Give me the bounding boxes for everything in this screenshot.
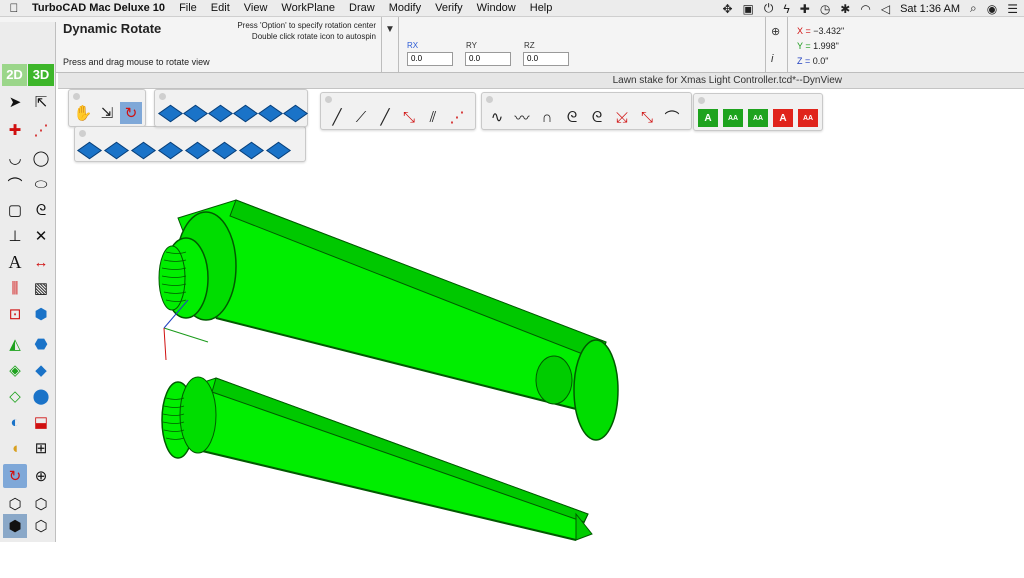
volume-icon[interactable]: ◁ (881, 2, 890, 16)
menu-modify[interactable]: Modify (382, 2, 428, 14)
y-coord-label: Y = (797, 41, 811, 51)
ry-label: RY (466, 41, 477, 50)
plus-icon[interactable]: ✚ (800, 2, 810, 16)
z-coord-value: 0.0" (812, 56, 829, 66)
mode-3d-button[interactable]: 3D (28, 64, 54, 86)
tool-hint-option: Press 'Option' to specify rotation cente… (237, 21, 376, 30)
left-toolbar: 2D 3D ➤ ⇱ ✚ ⋰ ◡ ◯ ⌒ ⬭ ▢ ᘓ ⊥ ✕ A ↔ ⫼ ▧ ⊡ … (0, 22, 56, 542)
power-icon[interactable]: ⏻ (764, 1, 774, 16)
cross-icon[interactable]: ✕ (29, 224, 53, 248)
app-menu[interactable]: TurboCAD Mac Deluxe 10 (28, 2, 172, 14)
user-icon[interactable]: ◉ (987, 2, 997, 16)
divider (398, 17, 399, 72)
circle-icon[interactable]: ◯ (29, 146, 53, 170)
rx-label: RX (407, 41, 419, 50)
shell-icon[interactable]: ⬤ (29, 384, 53, 408)
ellipse-icon[interactable]: ⬭ (29, 172, 53, 196)
cone-icon[interactable]: ◭ (3, 332, 27, 356)
menu-edit[interactable]: Edit (204, 2, 237, 14)
lower-stake-body (161, 376, 593, 541)
rx-input[interactable]: 0.0 (407, 52, 453, 66)
coordinate-readout: X = −3.432" Y = 1.998" Z = 0.0" (797, 24, 844, 69)
palette-grid-icon[interactable]: ⊞ (29, 436, 53, 460)
menu-window[interactable]: Window (470, 2, 523, 14)
rz-input[interactable]: 0.0 (523, 52, 569, 66)
arc-icon[interactable]: ◡ (3, 146, 27, 170)
extrude-icon[interactable]: ⊡ (3, 302, 27, 326)
divider (381, 17, 382, 72)
app-status-icon[interactable]: ▣ (743, 2, 754, 16)
search-icon[interactable]: ⌕ (970, 1, 977, 16)
drawing-viewport[interactable] (58, 90, 1024, 578)
tool-instruction: Press and drag mouse to rotate view (63, 57, 210, 67)
section-icon[interactable]: ⬓ (29, 410, 53, 434)
rectangle-icon[interactable]: ▢ (3, 198, 27, 222)
box-icon[interactable]: ◆ (29, 358, 53, 382)
revolve-icon[interactable]: ◈ (3, 358, 27, 382)
text-icon[interactable]: A (3, 250, 27, 274)
y-coord-value: 1.998" (813, 41, 839, 51)
render-icon[interactable]: ◐ (3, 410, 27, 434)
x-coord-label: X = (797, 26, 811, 36)
layers-icon[interactable]: ◖ (3, 436, 27, 460)
spiral-icon[interactable]: ᘓ (29, 198, 53, 222)
shaded-edges-icon[interactable]: ⬡ (29, 514, 53, 538)
shaded-icon[interactable]: ⬢ (3, 514, 27, 538)
point-icon[interactable]: ✚ (3, 118, 27, 142)
node-select-icon[interactable]: ⇱ (29, 90, 53, 114)
cylinder-icon[interactable]: ⬢ (29, 302, 53, 326)
menu-workplane[interactable]: WorkPlane (274, 2, 342, 14)
menu-file[interactable]: File (172, 2, 204, 14)
tool-hint-autospin: Double click rotate icon to autospin (251, 32, 376, 41)
arrow-select-icon[interactable]: ➤ (3, 90, 27, 114)
time-machine-icon[interactable]: ◷ (820, 2, 830, 16)
bluetooth-icon[interactable]: ✱ (840, 2, 850, 16)
zoom-icon[interactable]: ⊕ (29, 464, 53, 488)
hatch-icon[interactable]: ▧ (29, 276, 53, 300)
info-icon[interactable]: i (771, 53, 773, 65)
wireframe-icon[interactable]: ⬡ (3, 492, 27, 516)
boolean-icon[interactable]: ◇ (3, 384, 27, 408)
menu-bar:  TurboCAD Mac Deluxe 10 File Edit View … (0, 0, 1024, 17)
divider (765, 17, 766, 72)
inspector-bar: Dynamic Rotate Press 'Option' to specify… (0, 17, 1024, 73)
menu-help[interactable]: Help (523, 2, 560, 14)
mode-2d-button[interactable]: 2D (2, 64, 27, 86)
bolt-icon[interactable]: ϟ (783, 2, 789, 16)
z-coord-label: Z = (797, 56, 811, 66)
menu-view[interactable]: View (237, 2, 275, 14)
tool-title: Dynamic Rotate (63, 21, 162, 36)
menu-draw[interactable]: Draw (342, 2, 382, 14)
loft-icon[interactable]: ⬣ (29, 332, 53, 356)
apple-menu-icon[interactable]:  (0, 1, 28, 15)
dropbox-icon[interactable]: ✥ (722, 2, 732, 16)
crosshair-icon[interactable]: ⊕ (771, 25, 780, 38)
ry-input[interactable]: 0.0 (465, 52, 511, 66)
list-menu-icon[interactable]: ☰ (1007, 2, 1018, 16)
document-title: Lawn stake for Xmas Light Controller.tcd… (612, 75, 842, 86)
line-icon[interactable]: ⋰ (29, 118, 53, 142)
clock[interactable]: Sat 1:36 AM (900, 3, 960, 15)
hidden-line-icon[interactable]: ⬡ (29, 492, 53, 516)
trim-icon[interactable]: ⊥ (3, 224, 27, 248)
options-dropdown-icon[interactable]: ▼ (385, 24, 395, 35)
rz-label: RZ (524, 41, 535, 50)
x-coord-value: −3.432" (813, 26, 845, 36)
document-title-bar: Lawn stake for Xmas Light Controller.tcd… (58, 73, 1024, 89)
wifi-icon[interactable]: ◠ (860, 2, 870, 16)
rotate-view-icon[interactable]: ↻ (3, 464, 27, 488)
menu-verify[interactable]: Verify (428, 2, 470, 14)
polygon-icon[interactable]: ⫼ (3, 276, 27, 300)
divider (787, 17, 788, 72)
dimension-icon[interactable]: ↔ (29, 250, 53, 274)
curve-icon[interactable]: ⌒ (3, 172, 27, 196)
